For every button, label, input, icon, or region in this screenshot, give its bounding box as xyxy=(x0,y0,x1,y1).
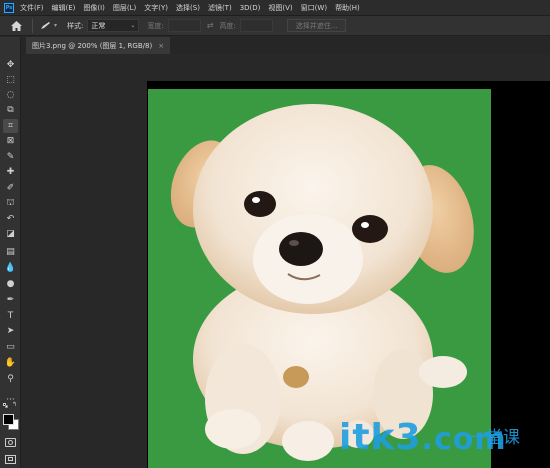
brush-tool-icon[interactable]: ✐ xyxy=(3,181,18,195)
dog-photo xyxy=(148,89,491,468)
menu-edit[interactable]: 编辑(E) xyxy=(52,3,76,13)
height-label: 高度: xyxy=(219,21,236,30)
foreground-color-swatch[interactable] xyxy=(3,414,14,425)
style-select-value: 正常 xyxy=(91,21,106,30)
move-tool-icon[interactable]: ✥ xyxy=(3,58,18,72)
menu-window[interactable]: 窗口(W) xyxy=(301,3,327,13)
tools-panel: ✥ ⬚ ◌ ⧉ ⌗ ⊠ ✎ ✚ ✐ ⛫ ↶ ◪ ▤ 💧 ● ✒ T ➤ ▭ ✋ ⚲ ··· ↰ xyxy=(0,37,21,468)
crop-tool-icon[interactable]: ⌗ xyxy=(3,119,18,133)
watermark-text: itk3 xyxy=(339,417,422,458)
menu-view[interactable]: 视图(V) xyxy=(268,3,292,13)
object-select-tool-icon[interactable]: ⧉ xyxy=(3,103,18,117)
rectangle-tool-icon[interactable]: ▭ xyxy=(3,340,18,354)
home-icon[interactable] xyxy=(9,19,23,33)
chevron-down-icon: ⌄ xyxy=(130,22,136,29)
options-bar: ▾ 样式: 正常 ⌄ 宽度: ⇄ 高度: 选择并遮住... xyxy=(0,15,550,36)
pen-tool-icon[interactable]: ✒ xyxy=(3,293,18,307)
gradient-tool-icon[interactable]: ▤ xyxy=(3,245,18,259)
close-icon[interactable]: × xyxy=(158,42,164,50)
document-tab-bar: 图片3.png @ 200% (图层 1, RGB/8) × xyxy=(21,37,550,54)
app-logo-icon: Ps xyxy=(4,2,14,13)
screen-mode-icon[interactable] xyxy=(5,455,16,464)
width-label: 宽度: xyxy=(147,21,164,30)
style-label: 样式: xyxy=(67,21,84,30)
hand-tool-icon[interactable]: ✋ xyxy=(3,356,18,370)
swap-colors-icon[interactable]: ↰ xyxy=(12,401,17,408)
document-tab-title: 图片3.png @ 200% (图层 1, RGB/8) xyxy=(32,41,153,50)
swap-icon[interactable]: ⇄ xyxy=(207,21,214,30)
marquee-tool-icon[interactable]: ⬚ xyxy=(3,73,18,87)
style-select[interactable]: 正常 ⌄ xyxy=(87,19,140,32)
document-canvas[interactable] xyxy=(147,81,550,468)
frame-tool-icon[interactable]: ⊠ xyxy=(3,134,18,148)
select-and-mask-button[interactable]: 选择并遮住... xyxy=(286,19,347,32)
menu-image[interactable]: 图像(I) xyxy=(83,3,105,13)
clone-stamp-tool-icon[interactable]: ⛫ xyxy=(3,196,18,210)
quick-mask-icon[interactable] xyxy=(5,438,16,447)
default-colors-icon[interactable] xyxy=(3,403,9,409)
blur-tool-icon[interactable]: 💧 xyxy=(3,261,18,275)
dodge-tool-icon[interactable]: ● xyxy=(3,277,18,291)
document-tab[interactable]: 图片3.png @ 200% (图层 1, RGB/8) × xyxy=(26,37,171,54)
menu-filter[interactable]: 滤镜(T) xyxy=(208,3,232,13)
menu-3d[interactable]: 3D(D) xyxy=(240,4,261,12)
lasso-tool-icon[interactable]: ◌ xyxy=(3,88,18,102)
eyedropper-tool-icon[interactable]: ✎ xyxy=(3,150,18,164)
brush-preset-icon xyxy=(41,22,50,29)
width-input[interactable] xyxy=(167,19,201,32)
history-brush-tool-icon[interactable]: ↶ xyxy=(3,212,18,226)
tool-preset-picker[interactable]: ▾ xyxy=(40,21,57,30)
height-input[interactable] xyxy=(239,19,273,32)
menu-help[interactable]: 帮助(H) xyxy=(335,3,360,13)
eraser-tool-icon[interactable]: ◪ xyxy=(3,227,18,241)
type-tool-icon[interactable]: T xyxy=(3,309,18,323)
menu-type[interactable]: 文字(Y) xyxy=(144,3,168,13)
chevron-down-icon: ▾ xyxy=(54,22,58,29)
menu-layer[interactable]: 图层(L) xyxy=(113,3,136,13)
path-select-tool-icon[interactable]: ➤ xyxy=(3,324,18,338)
zoom-tool-icon[interactable]: ⚲ xyxy=(3,372,18,386)
menu-file[interactable]: 文件(F) xyxy=(20,3,44,13)
divider xyxy=(32,18,33,33)
menu-select[interactable]: 选择(S) xyxy=(176,3,200,13)
healing-brush-tool-icon[interactable]: ✚ xyxy=(3,165,18,179)
menu-bar: Ps 文件(F) 编辑(E) 图像(I) 图层(L) 文字(Y) 选择(S) 滤… xyxy=(0,0,550,15)
watermark-subtitle: 一堂课 xyxy=(469,428,520,448)
canvas-area[interactable] xyxy=(21,54,550,468)
